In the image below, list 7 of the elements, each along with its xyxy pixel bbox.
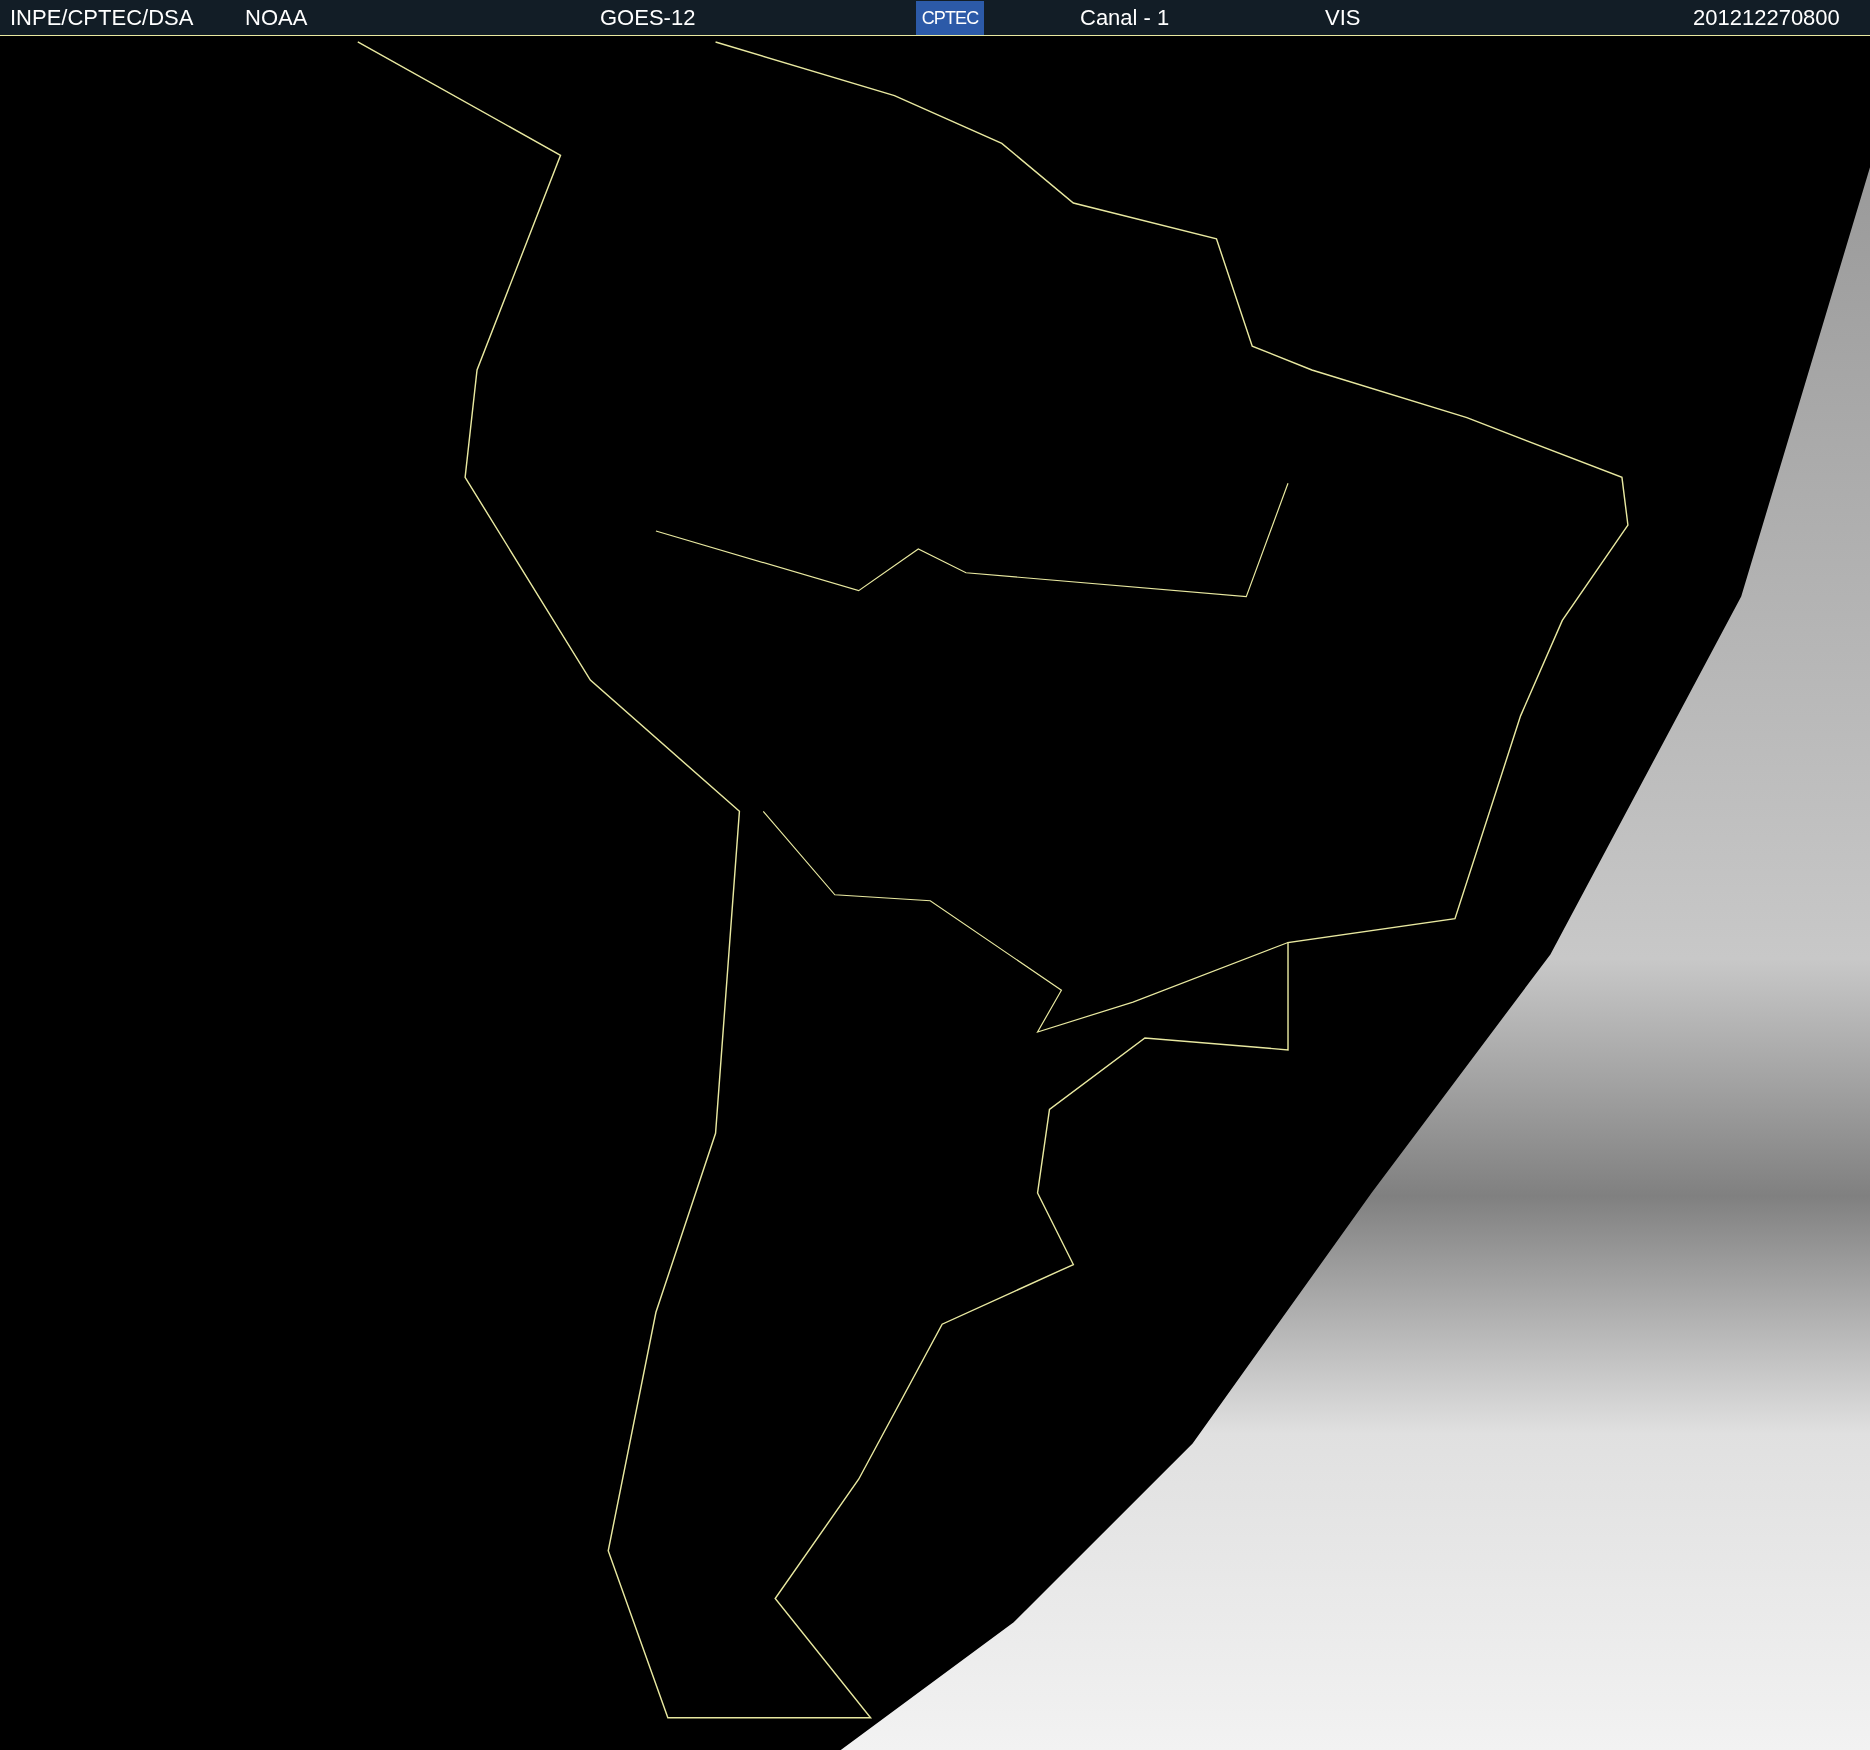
header-label: INPE/CPTEC/DSA [10,4,194,32]
header-label: VIS [1325,4,1361,32]
header-label: NOAA [245,4,308,32]
header-label: 201212270800 [1693,4,1840,32]
header-label: GOES-12 [600,4,696,32]
header-label: Canal - 1 [1080,4,1170,32]
logo: CPTEC [916,1,984,35]
